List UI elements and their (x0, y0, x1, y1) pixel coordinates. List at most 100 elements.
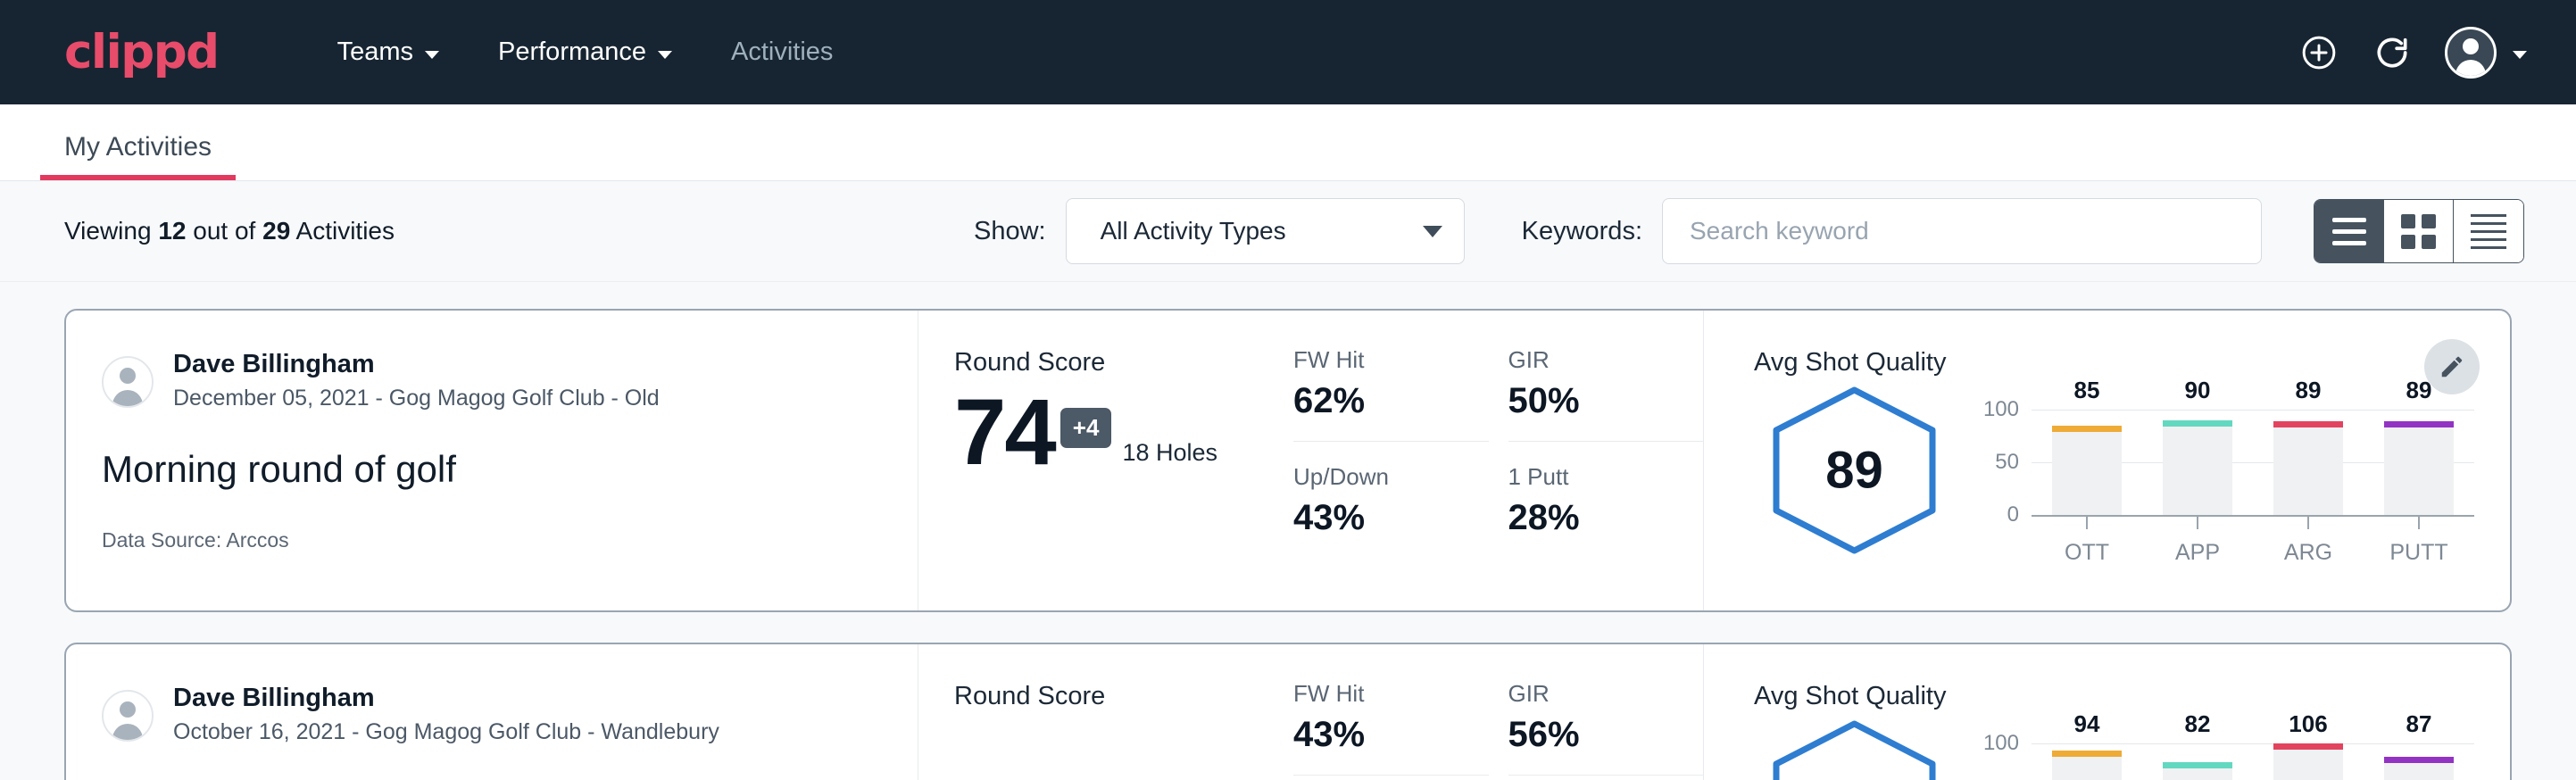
activity-info-column: Dave Billingham December 05, 2021 - Gog … (66, 311, 918, 610)
quality-hexagon-wrap: 89 (1754, 381, 1955, 560)
bar-app: 82 (2163, 743, 2232, 780)
viewing-total: 29 (262, 217, 290, 245)
avg-shot-quality-body: 100 50 0 94 (1754, 713, 2510, 780)
view-mode-compact-button[interactable] (2454, 200, 2523, 262)
bar-ott: 94 (2052, 743, 2122, 780)
bar-arg-cap (2273, 421, 2343, 427)
nav-item-performance[interactable]: Performance (469, 37, 702, 67)
viewing-prefix: Viewing (64, 217, 152, 245)
avatar (2445, 27, 2497, 79)
bar-ott-value: 94 (2074, 710, 2100, 738)
activity-card[interactable]: Dave Billingham October 16, 2021 - Gog M… (64, 643, 2512, 780)
edit-activity-button[interactable] (2424, 339, 2480, 394)
chevron-down-icon (658, 51, 672, 59)
account-menu[interactable] (2445, 27, 2527, 79)
filter-bar: Viewing 12 out of 29 Activities Show: Al… (0, 181, 2576, 282)
round-score-column: Round Score 74 +4 18 Holes (918, 311, 1293, 610)
tick-mark (2086, 517, 2088, 529)
chart-x-ticks: OTT APP ARG PUTT (2032, 517, 2474, 566)
stat-fw-hit-value: 62% (1293, 381, 1464, 421)
stat-gir: GIR 50% (1508, 346, 1704, 442)
quality-hexagon: 89 (1754, 381, 1955, 560)
round-stats-grid: FW Hit 62% GIR 50% Up/Down 43% 1 Putt 28… (1293, 311, 1704, 610)
nav-item-performance-label: Performance (498, 37, 646, 67)
chart-bars: 94 82 106 (2032, 743, 2474, 780)
tick-mark (2418, 517, 2420, 529)
avg-shot-quality-column: Avg Shot Quality 100 50 (1704, 644, 2510, 780)
tab-my-activities[interactable]: My Activities (40, 132, 236, 180)
view-mode-list-button[interactable] (2314, 200, 2384, 262)
bar-arg: 106 (2273, 743, 2343, 780)
avatar-head-icon (120, 701, 136, 718)
chevron-down-icon (425, 51, 439, 59)
round-score-row (954, 722, 1293, 754)
stat-one-putt: 1 Putt 28% (1508, 442, 1704, 538)
chevron-down-icon (1423, 226, 1442, 237)
round-score-value: 74 (954, 388, 1055, 477)
filter-controls: Show: All Activity Types Keywords: (974, 198, 2524, 264)
activities-list: Dave Billingham December 05, 2021 - Gog … (0, 282, 2576, 780)
round-score-over-par-badge: +4 (1060, 408, 1112, 448)
app-logo[interactable]: clippd (64, 29, 219, 76)
quality-hexagon-wrap (1754, 715, 1955, 780)
avg-shot-quality-body: 89 100 50 0 (1754, 379, 2510, 567)
view-mode-grid-button[interactable] (2384, 200, 2454, 262)
stat-gir-value: 50% (1508, 381, 1679, 421)
nav-item-activities[interactable]: Activities (702, 37, 862, 67)
stat-up-down: Up/Down 43% (1293, 442, 1489, 538)
nav-item-teams-label: Teams (337, 37, 413, 67)
tick-ott: OTT (2052, 517, 2122, 566)
add-button[interactable] (2298, 32, 2339, 73)
bar-putt: 87 (2384, 743, 2454, 780)
bar-ott-body (2052, 757, 2122, 780)
nav-item-activities-label: Activities (731, 37, 833, 67)
nav-right-actions (2298, 27, 2527, 79)
show-label: Show: (974, 217, 1046, 246)
bar-putt-body (2384, 763, 2454, 780)
stat-fw-hit-label: FW Hit (1293, 346, 1464, 374)
quality-score-value: 89 (1754, 441, 1955, 501)
activity-info-column: Dave Billingham October 16, 2021 - Gog M… (66, 644, 918, 780)
bar-app-cap (2163, 420, 2232, 427)
stat-up-down-value: 43% (1293, 498, 1464, 538)
bar-app: 90 (2163, 410, 2232, 515)
stat-fw-hit-value: 43% (1293, 715, 1464, 755)
activity-user-name: Dave Billingham (173, 682, 719, 714)
stat-fw-hit-label: FW Hit (1293, 680, 1464, 708)
round-score-column: Round Score (918, 644, 1293, 780)
avatar (102, 690, 154, 742)
avg-shot-quality-label: Avg Shot Quality (1754, 682, 2510, 711)
bar-arg-body (2273, 427, 2343, 515)
nav-item-teams[interactable]: Teams (308, 37, 469, 67)
refresh-button[interactable] (2372, 32, 2413, 73)
bar-ott-cap (2052, 751, 2122, 757)
round-score-row: 74 +4 18 Holes (954, 388, 1293, 477)
tick-arg: ARG (2273, 517, 2343, 566)
activity-card[interactable]: Dave Billingham December 05, 2021 - Gog … (64, 309, 2512, 612)
chart-bars: 85 90 89 (2032, 410, 2474, 515)
stat-one-putt-label: 1 Putt (1508, 463, 1679, 491)
search-field-wrapper[interactable] (1662, 198, 2262, 264)
avatar-body-icon (2456, 60, 2486, 79)
bar-app-cap (2163, 762, 2232, 768)
bar-ott-body (2052, 432, 2122, 515)
viewing-count: 12 (158, 217, 186, 245)
bar-putt: 89 (2384, 410, 2454, 515)
chart-ytick-50: 50 (1995, 450, 2019, 475)
search-input[interactable] (1690, 217, 2234, 245)
activity-date-course: December 05, 2021 - Gog Magog Golf Club … (173, 382, 660, 416)
shot-quality-bar-chart: 100 50 0 94 (1974, 713, 2474, 780)
grid-view-icon (2401, 214, 2436, 249)
round-stats-grid: FW Hit 43% GIR 56% (1293, 644, 1704, 780)
bar-arg-value: 106 (2289, 710, 2327, 738)
tick-ott-label: OTT (2065, 540, 2109, 566)
bar-app-value: 90 (2185, 377, 2211, 404)
avatar-body-icon (112, 390, 143, 408)
activity-type-select[interactable]: All Activity Types (1066, 198, 1465, 264)
stat-gir-value: 56% (1508, 715, 1679, 755)
avatar-body-icon (112, 724, 143, 742)
chart-ytick-0: 0 (2007, 502, 2019, 527)
hexagon-icon (1754, 715, 1955, 780)
bar-app-body (2163, 768, 2232, 780)
tick-mark (2307, 517, 2309, 529)
